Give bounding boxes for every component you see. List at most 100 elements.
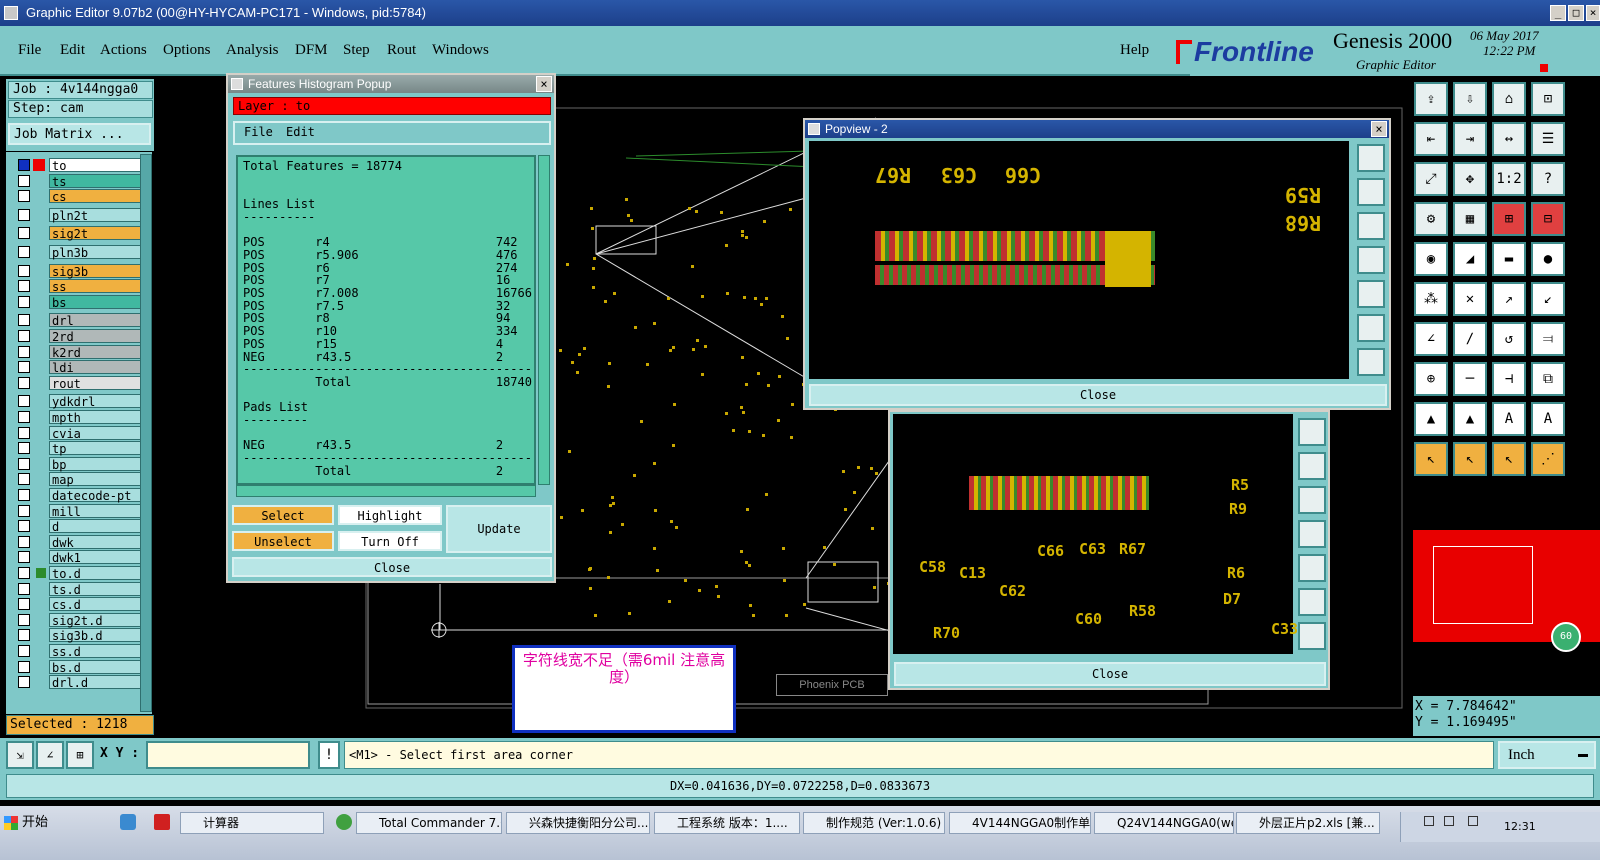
zoom-fit-icon[interactable]: ⤢ xyxy=(1414,162,1448,196)
grid-icon[interactable]: ⊞ xyxy=(66,741,94,769)
layer-checkbox[interactable] xyxy=(18,345,30,358)
view-tool-icon[interactable] xyxy=(1298,486,1326,514)
update-button[interactable]: Update xyxy=(446,505,552,553)
menu-step[interactable]: Step xyxy=(343,42,370,59)
layer-row-dwk1[interactable]: dwk1 xyxy=(16,550,141,565)
layer-row-to[interactable]: to xyxy=(16,158,141,173)
layer-checkbox[interactable] xyxy=(18,361,30,374)
maximize-button[interactable]: □ xyxy=(1568,5,1584,21)
popview-1-canvas[interactable]: R5 R9 C66 C63 R67 R6 D7 C58 C13 C62 C60 R58 R70 C33 xyxy=(893,414,1298,654)
layer-checkbox[interactable] xyxy=(18,426,30,439)
ie-icon[interactable] xyxy=(336,814,352,830)
layer-checkbox[interactable] xyxy=(18,613,30,626)
text-a-icon[interactable]: A xyxy=(1492,402,1526,436)
menu-icon[interactable]: ☰ xyxy=(1531,122,1565,156)
layer-row-ts-d[interactable]: ts.d xyxy=(16,581,141,597)
turn-off-button[interactable]: Turn Off xyxy=(338,531,442,551)
menu-analysis[interactable]: Analysis xyxy=(226,42,279,59)
highlight-button[interactable]: Highlight xyxy=(338,505,442,525)
menu-dfm[interactable]: DFM xyxy=(295,42,328,59)
layer-row-bs-d[interactable]: bs.d xyxy=(16,659,141,675)
layer-row-mpth[interactable]: mpth xyxy=(16,410,141,425)
quicklaunch-icon[interactable] xyxy=(120,814,136,830)
layer-checkbox[interactable] xyxy=(18,629,30,642)
layer-scrollbar[interactable] xyxy=(140,154,152,712)
shape-a-icon[interactable]: ▲ xyxy=(1414,402,1448,436)
settings-icon[interactable]: ⚙ xyxy=(1414,202,1448,236)
snap-off-icon[interactable]: ⊟ xyxy=(1531,202,1565,236)
layer-row-tp[interactable]: tp xyxy=(16,441,141,456)
arrow-ne-icon[interactable]: ↗ xyxy=(1492,282,1526,316)
view-tool-icon[interactable] xyxy=(1298,520,1326,548)
layer-checkbox[interactable] xyxy=(18,442,30,455)
dot-icon[interactable]: ● xyxy=(1531,242,1565,276)
popview-close-icon[interactable]: × xyxy=(1371,121,1387,137)
popview-1-close-button[interactable]: Close xyxy=(894,662,1326,686)
overview-map[interactable]: 60 xyxy=(1413,530,1600,652)
layer-row-to-d[interactable]: to.d xyxy=(16,566,141,581)
layer-row-ts[interactable]: ts xyxy=(16,173,141,189)
layer-row-datecode-pt[interactable]: datecode-pt xyxy=(16,488,141,503)
layer-checkbox[interactable] xyxy=(18,520,30,533)
layer-checkbox[interactable] xyxy=(18,376,30,389)
layer-checkbox[interactable] xyxy=(18,159,30,171)
help-icon[interactable]: ? xyxy=(1531,162,1565,196)
layer-row-bs[interactable]: bs xyxy=(16,294,141,310)
layer-row-rout[interactable]: rout xyxy=(16,375,141,391)
histogram-menu-edit[interactable]: Edit xyxy=(286,125,315,139)
pdf-icon[interactable] xyxy=(154,814,170,830)
menu-file[interactable]: File xyxy=(18,42,41,59)
layer-row-2rd[interactable]: 2rd xyxy=(16,329,141,344)
trim-icon[interactable]: ⊣ xyxy=(1492,362,1526,396)
layer-row-drl-d[interactable]: drl.d xyxy=(16,675,141,690)
view-tool-icon[interactable] xyxy=(1298,622,1326,650)
shape-b-icon[interactable]: ▲ xyxy=(1453,402,1487,436)
close-icon[interactable]: × xyxy=(1586,5,1600,21)
view-tool-icon[interactable] xyxy=(1357,314,1385,342)
unselect-button[interactable]: Unselect xyxy=(232,531,334,551)
view-tool-icon[interactable] xyxy=(1298,554,1326,582)
angle-icon[interactable]: ∠ xyxy=(36,741,64,769)
popview-2-canvas[interactable]: R67 C63 C66 R59 R68 xyxy=(809,141,1349,379)
select-a-icon[interactable]: ↖ xyxy=(1414,442,1448,476)
layer-checkbox[interactable] xyxy=(18,174,30,187)
prev-icon[interactable]: ⇤ xyxy=(1414,122,1448,156)
fit-icon[interactable]: ⊡ xyxy=(1531,82,1565,116)
layer-row-cvia[interactable]: cvia xyxy=(16,425,141,441)
layer-checkbox[interactable] xyxy=(18,411,30,423)
histogram-close-button[interactable]: Close xyxy=(232,557,552,577)
view-tool-icon[interactable] xyxy=(1298,588,1326,616)
view-tool-icon[interactable] xyxy=(1298,418,1326,446)
layer-row-sig3b[interactable]: sig3b xyxy=(16,263,141,279)
menu-windows[interactable]: Windows xyxy=(432,42,489,59)
layer-row-ss[interactable]: ss xyxy=(16,279,141,294)
layer-checkbox[interactable] xyxy=(18,330,30,342)
layer-checkbox[interactable] xyxy=(18,551,30,564)
layer-checkbox[interactable] xyxy=(18,190,30,203)
layer-row-cs-d[interactable]: cs.d xyxy=(16,597,141,612)
layer-row-mill[interactable]: mill xyxy=(16,503,141,519)
menu-actions[interactable]: Actions xyxy=(100,42,147,59)
alert-icon[interactable]: ! xyxy=(318,741,340,769)
layer-checkbox[interactable] xyxy=(18,489,30,501)
layer-row-bp[interactable]: bp xyxy=(16,456,141,472)
grid-icon[interactable]: ▦ xyxy=(1453,202,1487,236)
layer-checkbox[interactable] xyxy=(18,598,30,611)
select-c-icon[interactable]: ↖ xyxy=(1492,442,1526,476)
copy-icon[interactable]: ⧉ xyxy=(1531,362,1565,396)
text-b-icon[interactable]: A xyxy=(1531,402,1565,436)
tray-volume-icon[interactable] xyxy=(1444,816,1454,826)
layer-checkbox[interactable] xyxy=(18,660,30,673)
pad-icon[interactable]: ◉ xyxy=(1414,242,1448,276)
nodes-icon[interactable]: ⁂ xyxy=(1414,282,1448,316)
view-tool-icon[interactable] xyxy=(1357,212,1385,240)
select-button[interactable]: Select xyxy=(232,505,334,525)
layer-checkbox[interactable] xyxy=(18,246,30,258)
select-d-icon[interactable]: ⋰ xyxy=(1531,442,1565,476)
select-b-icon[interactable]: ↖ xyxy=(1453,442,1487,476)
layer-checkbox[interactable] xyxy=(18,314,30,327)
taskbar-item[interactable]: 制作规范 (Ver:1.0.6) xyxy=(803,812,945,834)
layer-row-drl[interactable]: drl xyxy=(16,313,141,328)
menu-help[interactable]: Help xyxy=(1120,42,1149,59)
layer-row-pln3b[interactable]: pln3b xyxy=(16,245,141,260)
